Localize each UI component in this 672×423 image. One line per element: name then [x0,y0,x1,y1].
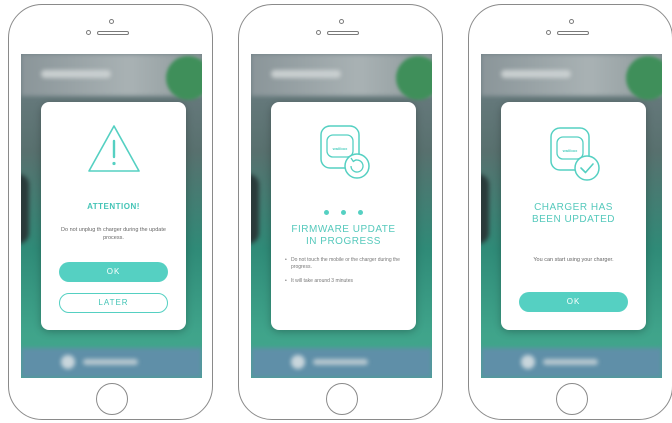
list-item: It will take around 3 minutes [285,278,402,285]
dialog-message: Do not unplug th charger during the upda… [61,227,166,241]
warning-triangle-icon [87,124,141,174]
home-button[interactable] [556,383,588,415]
ok-button[interactable]: OK [519,292,628,312]
ok-button[interactable]: OK [59,262,168,282]
blurred-footer-icon [521,355,535,369]
instructions-list: Do not touch the mobile or the charger d… [285,257,402,293]
dialog-title-line2: IN PROGRESS [306,236,381,247]
blurred-side-element [481,174,489,244]
sensor [316,30,321,35]
speaker [557,31,589,35]
blurred-footer-text [83,359,138,365]
dialog-message: You can start using your charger. [533,257,614,263]
charger-check-icon [547,124,603,186]
home-button[interactable] [326,383,358,415]
charger-brand-label: wallbox [562,148,578,153]
charger-refresh-icon [317,122,373,184]
camera [339,19,344,24]
phone-frame-firmware-update: wallbox FIRMWARE UPDATE IN PROGRESS Do n… [238,4,443,420]
phone-screen: ATTENTION! Do not unplug th charger duri… [21,54,202,378]
speaker [97,31,129,35]
blurred-fab [626,56,662,100]
phone-frame-charger-updated: wallbox CHARGER HAS BEEN UPDATED You can… [468,4,672,420]
progress-dots [271,202,416,220]
blurred-side-element [21,174,29,244]
blurred-footer-text [313,359,368,365]
firmware-update-dialog: wallbox FIRMWARE UPDATE IN PROGRESS Do n… [271,102,416,330]
blurred-footer-icon [61,355,75,369]
progress-dot [341,210,346,215]
dialog-title-line1: FIRMWARE UPDATE [291,224,396,235]
blurred-app-title [271,70,341,78]
speaker [327,31,359,35]
blurred-app-title [501,70,571,78]
attention-dialog: ATTENTION! Do not unplug th charger duri… [41,102,186,330]
camera [109,19,114,24]
blurred-footer-icon [291,355,305,369]
sensor [86,30,91,35]
sensor [546,30,551,35]
blurred-app-title [41,70,111,78]
progress-dot [324,210,329,215]
list-item: Do not touch the mobile or the charger d… [285,257,402,270]
phone-screen: wallbox CHARGER HAS BEEN UPDATED You can… [481,54,662,378]
blurred-fab [166,56,202,100]
charger-updated-dialog: wallbox CHARGER HAS BEEN UPDATED You can… [501,102,646,330]
blurred-fab [396,56,432,100]
charger-brand-label: wallbox [332,146,348,151]
progress-dot [358,210,363,215]
phone-screen: wallbox FIRMWARE UPDATE IN PROGRESS Do n… [251,54,432,378]
phone-frame-attention: ATTENTION! Do not unplug th charger duri… [8,4,213,420]
dialog-title: ATTENTION! [87,202,140,211]
blurred-footer-text [543,359,598,365]
camera [569,19,574,24]
dialog-title-line1: CHARGER HAS [534,202,613,213]
home-button[interactable] [96,383,128,415]
blurred-side-element [251,174,259,244]
dialog-title-line2: BEEN UPDATED [531,214,616,225]
later-button[interactable]: LATER [59,293,168,313]
